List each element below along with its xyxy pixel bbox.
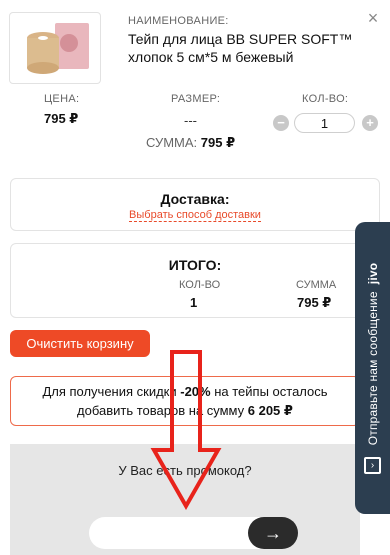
promo-caption: У Вас есть промокод? <box>118 463 252 478</box>
tape-product-image <box>27 23 89 74</box>
sum-label: СУММА: <box>146 135 198 150</box>
discount-text-2: на тейпы осталось <box>210 384 328 399</box>
choose-delivery-link[interactable]: Выбрать способ доставки <box>129 209 261 222</box>
close-icon[interactable]: × <box>364 9 382 27</box>
discount-text-1: Для получения скидки <box>42 384 181 399</box>
delivery-title: Доставка: <box>160 191 230 207</box>
arrow-right-icon: → <box>264 523 282 543</box>
discount-amount: 6 205 ₽ <box>247 403 293 418</box>
sum-value: 795 ₽ <box>200 135 236 150</box>
discount-text-3: добавить товаров на сумму <box>77 403 248 418</box>
discount-notice: Для получения скидки -20% на тейпы остал… <box>10 376 360 426</box>
line-sum: СУММА: 795 ₽ <box>146 135 235 151</box>
total-qty-value: 1 <box>190 295 198 310</box>
price-value: 795 ₽ <box>44 111 79 126</box>
chat-widget-text: Отправьте нам сообщение <box>365 291 380 446</box>
qty-input[interactable] <box>294 113 355 133</box>
size-caption: РАЗМЕР: <box>171 93 221 105</box>
name-caption: НАИМЕНОВАНИЕ: <box>128 15 229 27</box>
chat-icon: › <box>364 457 381 474</box>
total-sum-value: 795 ₽ <box>297 295 332 310</box>
discount-percent: -20% <box>180 384 211 399</box>
qty-caption: КОЛ-ВО: <box>302 93 349 105</box>
total-title: ИТОГО: <box>168 257 222 273</box>
jivo-logo: jivo <box>365 262 380 285</box>
total-box: ИТОГО: КОЛ-ВО СУММА 1 795 ₽ <box>10 243 380 318</box>
qty-plus-button[interactable]: + <box>362 115 378 131</box>
product-name[interactable]: Тейп для лица BB SUPER SOFT™ хлопок 5 см… <box>128 30 358 66</box>
clear-cart-button[interactable]: Очистить корзину <box>10 330 150 357</box>
product-thumbnail[interactable] <box>9 12 101 84</box>
promo-section: У Вас есть промокод? → <box>10 444 360 555</box>
size-value: --- <box>184 113 197 128</box>
total-qty-caption: КОЛ-ВО <box>179 279 221 291</box>
promo-submit-button[interactable]: → <box>248 517 298 549</box>
qty-minus-button[interactable]: − <box>273 115 289 131</box>
total-sum-caption: СУММА <box>296 279 337 291</box>
chat-widget-tab[interactable]: Отправьте нам сообщение jivo › <box>355 222 390 514</box>
price-caption: ЦЕНА: <box>44 93 80 105</box>
chat-widget-label: Отправьте нам сообщение jivo <box>366 263 380 446</box>
delivery-box: Доставка: Выбрать способ доставки <box>10 178 380 231</box>
